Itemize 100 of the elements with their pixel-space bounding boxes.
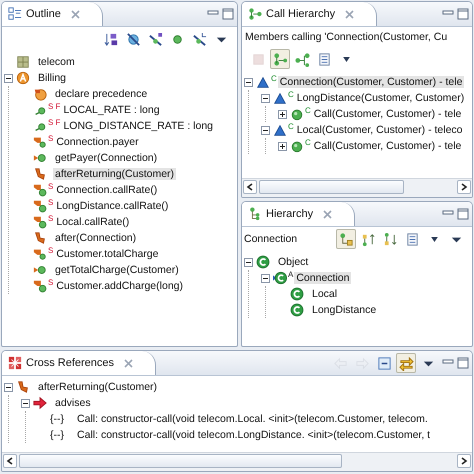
view-title: Call Hierarchy — [266, 8, 336, 20]
collapse-icon[interactable] — [261, 94, 270, 102]
intertype-field-icon — [33, 135, 47, 149]
precedence-icon — [33, 87, 47, 101]
modifier-text: S — [48, 214, 54, 223]
link-button[interactable] — [396, 353, 416, 373]
tree-item[interactable]: Call(Customer, Customer) - tele — [312, 140, 464, 152]
tree-item[interactable]: afterReturning(Customer) — [36, 381, 160, 393]
tree-item[interactable]: getTotalCharge(Customer) — [53, 264, 181, 276]
maximize-icon[interactable] — [457, 357, 469, 369]
dropdown-icon — [430, 236, 438, 242]
callers-button[interactable] — [270, 49, 290, 69]
type-hierarchy-button[interactable] — [336, 229, 356, 249]
class-icon — [290, 287, 304, 301]
method-icon — [33, 151, 47, 165]
tree-item[interactable]: LONG_DISTANCE_RATE : long — [61, 120, 216, 132]
tree-item[interactable]: Local.callRate() — [54, 216, 132, 228]
collapse-icon[interactable] — [261, 126, 270, 134]
modifier-text: S F — [48, 102, 60, 111]
collapse-icon[interactable] — [21, 398, 30, 408]
method-icon — [33, 263, 47, 277]
outline-icon — [8, 7, 22, 21]
cross-references-icon — [8, 356, 22, 370]
advice-icon — [33, 167, 47, 181]
maximize-icon[interactable] — [457, 208, 469, 220]
tree-item[interactable]: Call(Customer, Customer) - tele — [312, 108, 464, 120]
aspect-icon — [16, 71, 30, 85]
tree-item[interactable]: Connection — [294, 272, 352, 284]
modifier-text: C — [305, 138, 311, 147]
tree-item[interactable]: Customer.addCharge(long) — [54, 280, 185, 292]
tree-item[interactable]: advises — [53, 397, 93, 409]
scroll-left-button[interactable] — [3, 454, 17, 468]
call-hierarchy-icon — [248, 7, 262, 21]
join-point-marker: {--} — [50, 429, 64, 441]
hide-local-types-icon — [192, 32, 206, 46]
tree-item[interactable]: Local — [310, 288, 340, 300]
callees-icon — [294, 52, 310, 66]
constructor-icon — [290, 107, 304, 121]
view-tab[interactable]: Call Hierarchy — [242, 2, 378, 26]
horizontal-scrollbar[interactable] — [242, 178, 472, 197]
scrollbar-thumb[interactable] — [19, 454, 342, 468]
class-icon — [273, 271, 287, 285]
tree-item[interactable]: getPayer(Connection) — [53, 152, 160, 164]
view-title: Hierarchy — [266, 208, 314, 220]
tree-item[interactable]: declare precedence — [53, 88, 150, 100]
tree-item[interactable]: LOCAL_RATE : long — [61, 104, 162, 116]
tree-item[interactable]: LongDistance.callRate() — [54, 200, 170, 212]
constructor-icon — [290, 139, 304, 153]
horizontal-scrollbar[interactable] — [2, 452, 472, 471]
view-tab[interactable]: Hierarchy — [242, 202, 356, 226]
advice-icon — [33, 231, 47, 245]
tree-item[interactable]: Billing — [36, 72, 68, 84]
view-title: Outline — [26, 8, 61, 20]
collapse-icon[interactable] — [261, 274, 270, 282]
modifier-text: S — [48, 246, 54, 255]
class-icon — [256, 255, 270, 269]
tree-item[interactable]: Connection.callRate() — [54, 184, 160, 196]
constructor-icon — [273, 123, 287, 137]
supertypes-icon — [360, 232, 376, 246]
tree-item[interactable]: Call: constructor-call(void telecom.LongDistance. <init>(telecom.Customer, t — [75, 429, 432, 441]
collapse-icon[interactable] — [4, 74, 13, 82]
class-icon — [290, 303, 304, 317]
constructor-icon — [273, 91, 287, 105]
hide-static-icon — [148, 32, 162, 46]
type-hierarchy-icon — [338, 232, 354, 246]
stop-icon — [250, 52, 266, 66]
maximize-icon[interactable] — [457, 8, 469, 20]
expand-icon[interactable] — [278, 110, 287, 118]
arrow-icon — [33, 396, 47, 410]
tree-item[interactable]: Call: constructor-call(void telecom.Local. <init>(telecom.Customer, telecom. — [75, 413, 430, 425]
expand-icon[interactable] — [278, 142, 287, 150]
scroll-right-button[interactable] — [457, 180, 471, 194]
join-point-marker: {--} — [50, 413, 64, 425]
tree-item[interactable]: afterReturning(Customer) — [53, 168, 176, 180]
tree-item[interactable]: telecom — [36, 56, 77, 68]
tree-item[interactable]: Customer.totalCharge — [54, 248, 160, 260]
modifier-text: A — [288, 270, 294, 279]
modifier-text: C — [288, 122, 294, 131]
view-tab[interactable]: Cross References — [2, 351, 156, 375]
collapse-icon[interactable] — [4, 382, 13, 392]
scrollbar-thumb[interactable] — [259, 180, 404, 194]
tree-item[interactable]: after(Connection) — [53, 232, 138, 244]
tree-item[interactable]: LongDistance — [310, 304, 378, 316]
collapse-icon[interactable] — [244, 78, 253, 86]
intertype-method-icon — [33, 199, 47, 213]
tree-item[interactable]: LongDistance(Customer, Customer) — [294, 92, 466, 104]
scroll-right-button[interactable] — [457, 454, 471, 468]
collapse-icon[interactable] — [244, 258, 253, 266]
scroll-left-button[interactable] — [243, 180, 257, 194]
forward-icon — [354, 356, 370, 370]
tree-item[interactable]: Object — [276, 256, 310, 268]
tree-item[interactable]: Connection.payer — [54, 136, 141, 148]
tree-item[interactable]: Connection(Customer, Customer) - tele — [278, 76, 464, 88]
constructor-icon — [256, 75, 270, 89]
sort-icon — [104, 32, 118, 46]
tree-item[interactable]: Local(Customer, Customer) - teleco — [294, 124, 465, 136]
maximize-icon[interactable] — [222, 8, 234, 20]
back-icon — [332, 356, 348, 370]
view-tab[interactable]: Outline — [2, 2, 103, 26]
modifier-text: C — [288, 90, 294, 99]
